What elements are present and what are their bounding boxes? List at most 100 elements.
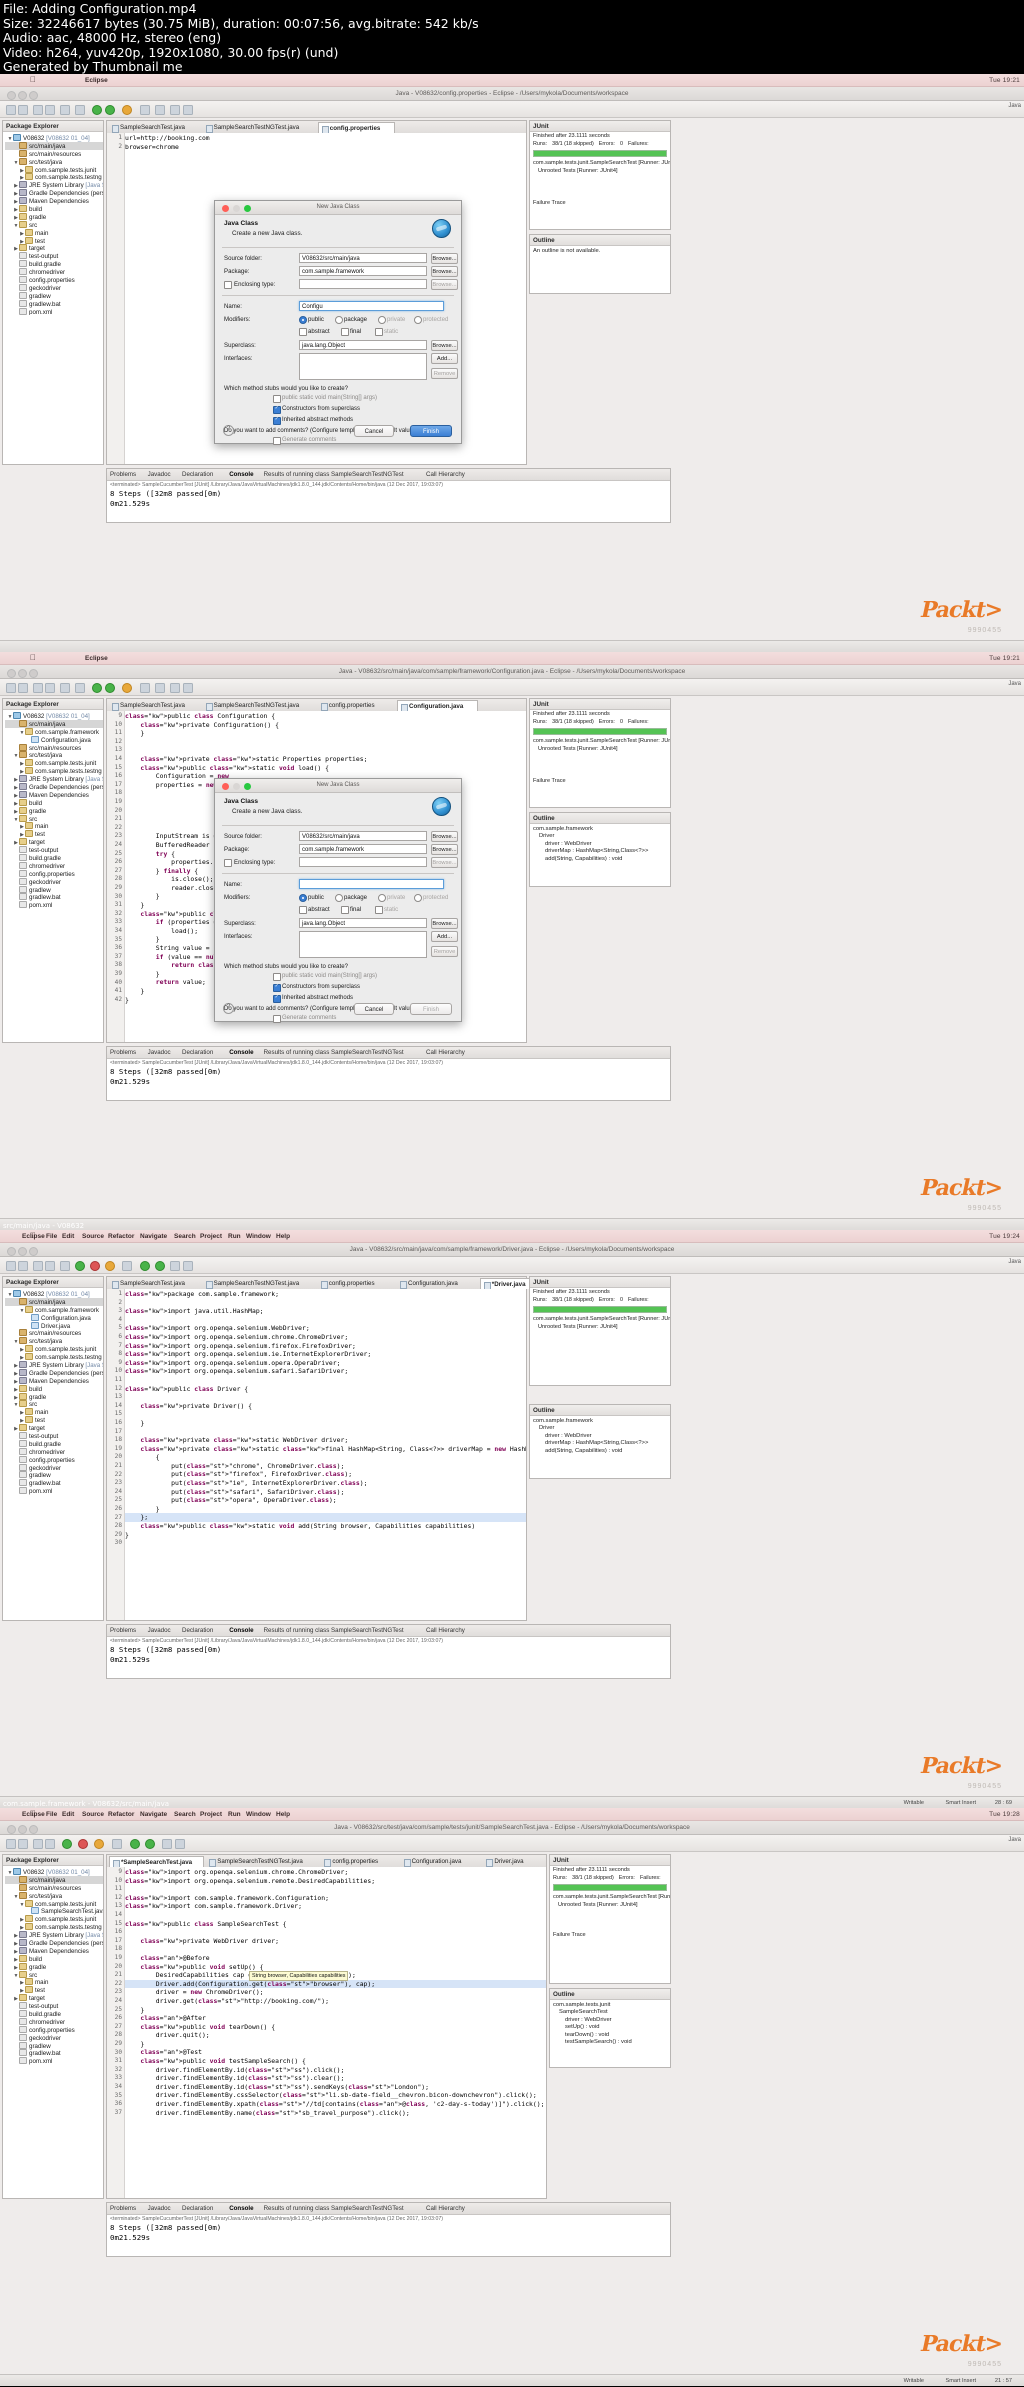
- junit-pane-3[interactable]: JUnit Finished after 23.1111 seconds Run…: [529, 1276, 671, 1386]
- package-explorer-pane-4[interactable]: Package Explorer ▼ V08632 [V08632 01_04] s…: [2, 1854, 104, 2199]
- superclass-browse-button-1[interactable]: Browse...: [431, 340, 458, 351]
- code-line[interactable]: driver.findElementBy.id(class="st">"ss")…: [125, 2074, 546, 2083]
- code-line[interactable]: }: [125, 1531, 526, 1540]
- modifier-package-radio-2[interactable]: [335, 894, 343, 902]
- editor-tab[interactable]: Configuration.java: [401, 1856, 482, 1867]
- console-tab[interactable]: Declaration: [182, 471, 213, 478]
- console-tab[interactable]: Javadoc: [148, 2205, 171, 2212]
- package-input-1[interactable]: com.sample.framework: [299, 266, 427, 276]
- tree-item[interactable]: gradlew: [5, 2041, 103, 2050]
- source-folder-browse-button-1[interactable]: Browse...: [431, 253, 458, 264]
- outline-item[interactable]: com.sample.framework: [533, 826, 667, 833]
- tree-item[interactable]: ▶ com.sample.tests.junit: [5, 759, 103, 767]
- tree-item[interactable]: test-output: [5, 2002, 103, 2010]
- code-line[interactable]: [125, 1393, 526, 1402]
- code-line[interactable]: [125, 1539, 526, 1548]
- code-line[interactable]: put(class="st">"opera", OperaDriver.clas…: [125, 1496, 526, 1505]
- tree-item[interactable]: config.properties: [5, 276, 103, 284]
- tree-item[interactable]: ▶ gradle: [5, 1392, 103, 1401]
- editor-pane-3[interactable]: SampleSearchTest.java SampleSearchTestNGT…: [106, 1276, 539, 1621]
- interfaces-add-button-1[interactable]: Add...: [431, 353, 458, 364]
- junit-tree-root-1[interactable]: com.sample.tests.junit.SampleSearchTest …: [530, 159, 670, 167]
- build-icon[interactable]: [75, 105, 85, 115]
- code-line[interactable]: }: [125, 2040, 546, 2049]
- menu-project-4[interactable]: Project: [200, 1811, 222, 1818]
- tree-item[interactable]: chromedriver: [5, 861, 103, 870]
- stub-constructors-checkbox-2[interactable]: [273, 983, 281, 992]
- tree-item[interactable]: src/main/resources: [5, 1883, 103, 1892]
- new-folder-icon[interactable]: [18, 1839, 28, 1849]
- menu-app-name[interactable]: Eclipse: [85, 77, 108, 84]
- tree-item[interactable]: Configuration.java: [5, 735, 103, 744]
- code-line[interactable]: driver = new ChromeDriver();: [125, 1988, 546, 1997]
- code-line[interactable]: url=http://booking.com: [125, 134, 526, 143]
- next-annotation-icon[interactable]: [155, 683, 165, 693]
- perspective-switcher-2[interactable]: Java: [1008, 681, 1021, 687]
- code-line[interactable]: driver.get(class="st">"http://booking.co…: [125, 1997, 546, 2006]
- editor-tab[interactable]: SampleSearchTest.java: [109, 122, 201, 133]
- tree-item[interactable]: ▶ target: [5, 1994, 103, 2002]
- search-icon[interactable]: [112, 1839, 122, 1849]
- code-line[interactable]: put(class="st">"ie", InternetExplorerDri…: [125, 1479, 526, 1488]
- editor-tab[interactable]: Driver.java: [483, 1856, 539, 1867]
- forward-icon[interactable]: [183, 683, 193, 693]
- coverage-icon[interactable]: [105, 1261, 115, 1271]
- tree-item[interactable]: ▼ V08632 [V08632 01_04]: [5, 712, 103, 720]
- package-explorer-tree-3[interactable]: ▼ V08632 [V08632 01_04] src/main/java ▼ com.…: [3, 1288, 103, 1495]
- package-explorer-pane-3[interactable]: Package Explorer ▼ V08632 [V08632 01_04] s…: [2, 1276, 104, 1621]
- print-icon[interactable]: [60, 105, 70, 115]
- tree-item[interactable]: build.gradle: [5, 2010, 103, 2018]
- enclosing-type-checkbox-1[interactable]: [224, 281, 232, 289]
- console-tab[interactable]: Problems: [110, 1049, 136, 1056]
- dialog-finish-button-1[interactable]: Finish: [410, 425, 452, 437]
- code-line[interactable]: [125, 1911, 546, 1920]
- code-line[interactable]: driver.findElementBy.xpath(class="st">"/…: [125, 2100, 546, 2109]
- code-line[interactable]: }: [125, 1505, 526, 1514]
- editor-tab[interactable]: SampleSearchTestNGTest.java: [203, 700, 316, 711]
- menu-run-4[interactable]: Run: [228, 1811, 241, 1818]
- modifier-final-checkbox-1[interactable]: [341, 328, 349, 336]
- next-icon[interactable]: [140, 1261, 150, 1271]
- package-browse-button-1[interactable]: Browse...: [431, 266, 458, 277]
- code-line[interactable]: driver.findElementBy.cssSelector(class="…: [125, 2091, 546, 2100]
- debug-icon[interactable]: [90, 1261, 100, 1271]
- mac-menu-bar-1[interactable]:  Eclipse Tue 19:21: [0, 74, 1024, 87]
- debug-icon[interactable]: [105, 683, 115, 693]
- apple-icon[interactable]: : [30, 653, 36, 662]
- console-tab[interactable]: Call Hierarchy: [426, 1627, 465, 1634]
- search-icon[interactable]: [140, 105, 150, 115]
- menu-search-4[interactable]: Search: [174, 1811, 196, 1818]
- junit-tree-child-2[interactable]: Unrooted Tests [Runner: JUnit4]: [530, 745, 670, 753]
- source-folder-browse-button-2[interactable]: Browse...: [431, 831, 458, 842]
- code-line[interactable]: class="kw">public void setUp() {: [125, 1963, 546, 1972]
- editor-code-4[interactable]: class="kw">import org.openqa.selenium.ch…: [125, 1867, 546, 2198]
- interfaces-list-1[interactable]: [299, 353, 427, 380]
- perspective-switcher-3[interactable]: Java: [1008, 1259, 1021, 1265]
- tree-item[interactable]: build.gradle: [5, 260, 103, 268]
- code-line[interactable]: class="kw">package com.sample.framework;: [125, 1290, 526, 1299]
- code-line[interactable]: class="an">@After: [125, 2014, 546, 2023]
- console-tab[interactable]: Declaration: [182, 2205, 213, 2212]
- tree-item[interactable]: ▼ V08632 [V08632 01_04]: [5, 1290, 103, 1298]
- console-tab[interactable]: Results of running class SampleSearchTes…: [264, 2205, 404, 2212]
- class-name-input-2[interactable]: [299, 879, 444, 889]
- code-line[interactable]: class="kw">private WebDriver driver;: [125, 1937, 546, 1946]
- tree-item[interactable]: pom.xml: [5, 1487, 103, 1495]
- tree-item[interactable]: config.properties: [5, 1455, 103, 1464]
- tree-item[interactable]: ▶ target: [5, 244, 103, 252]
- source-folder-input-1[interactable]: V08632/src/main/java: [299, 253, 427, 263]
- console-pane-2[interactable]: Problems Javadoc Declaration Console Results…: [106, 1046, 671, 1101]
- tree-item[interactable]: ▶ build: [5, 1384, 103, 1393]
- tree-item[interactable]: ▶ target: [5, 838, 103, 846]
- tree-item[interactable]: ▶Gradle Dependencies (persisted): [5, 189, 103, 197]
- code-line[interactable]: class="kw">import com.sample.framework.D…: [125, 1902, 546, 1911]
- save-icon[interactable]: [33, 1261, 43, 1271]
- menu-navigate-4[interactable]: Navigate: [140, 1811, 167, 1818]
- save-icon[interactable]: [33, 683, 43, 693]
- console-tabs-2[interactable]: Problems Javadoc Declaration Console Results…: [107, 1047, 670, 1059]
- modifier-public-radio-2[interactable]: [299, 894, 307, 902]
- new-icon[interactable]: [6, 1261, 16, 1271]
- modifier-package-radio-1[interactable]: [335, 316, 343, 324]
- mac-menu-bar-4[interactable]:  Eclipse File Edit Source Refactor Navi…: [0, 1808, 1024, 1821]
- junit-pane-1[interactable]: JUnit Finished after 23.1111 seconds Run…: [529, 120, 671, 230]
